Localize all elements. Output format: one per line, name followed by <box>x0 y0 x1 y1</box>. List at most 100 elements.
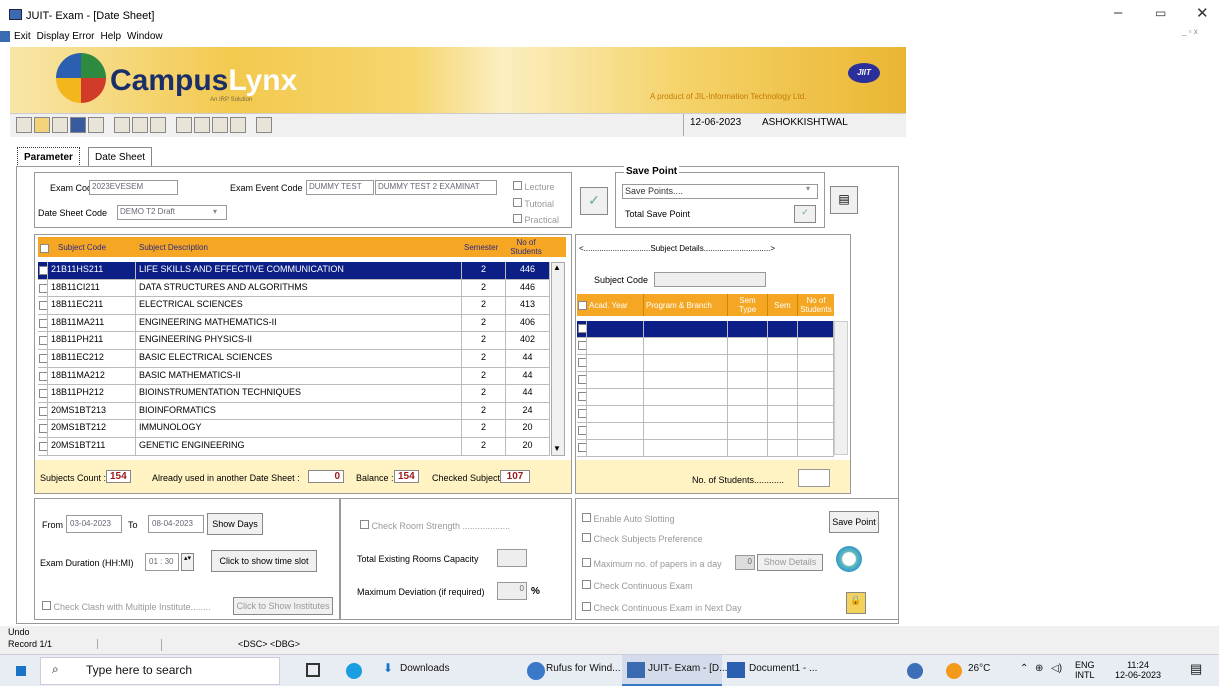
subject-row[interactable]: 20MS1BT211 GENETIC ENGINEERING 2 20 <box>38 437 550 456</box>
detail-row-checkbox[interactable] <box>577 440 587 456</box>
deviation-field[interactable]: 0 <box>497 582 527 600</box>
details-scrollbar[interactable] <box>834 321 848 455</box>
print-icon[interactable] <box>88 117 104 133</box>
detail-row[interactable] <box>577 406 834 423</box>
subject-row[interactable]: 18B11EC211 ELECTRICAL SCIENCES 2 413 <box>38 297 550 315</box>
sheet-code-select[interactable]: DEMO T2 Draft <box>117 205 227 220</box>
menu-exit[interactable]: Exit <box>14 31 31 45</box>
paste-icon[interactable] <box>150 117 166 133</box>
auto-slotting-checkbox[interactable] <box>582 513 591 522</box>
detail-row-checkbox[interactable] <box>577 338 587 354</box>
stop-icon[interactable] <box>230 117 246 133</box>
close-icon[interactable]: ✕ <box>1196 4 1209 22</box>
time-slot-button[interactable]: Click to show time slot <box>211 550 317 572</box>
show-institutes-button[interactable]: Click to Show Institutes <box>233 597 333 615</box>
tab-parameter[interactable]: Parameter <box>17 147 80 167</box>
windows-start-icon[interactable] <box>14 664 28 678</box>
subject-row-checkbox[interactable] <box>39 371 47 381</box>
detail-row[interactable] <box>577 355 834 372</box>
menu-window[interactable]: Window <box>127 31 163 45</box>
subject-row[interactable]: 21B11HS211 LIFE SKILLS AND EFFECTIVE COMM… <box>38 262 550 280</box>
minimize-icon[interactable]: – <box>1114 4 1122 21</box>
detail-row[interactable] <box>577 372 834 389</box>
task-exam[interactable]: JUIT- Exam - [D... <box>648 663 727 674</box>
tab-date-sheet[interactable]: Date Sheet <box>88 147 153 167</box>
tutorial-checkbox[interactable] <box>513 198 522 207</box>
tray-chevron-icon[interactable]: ⌃ <box>1020 663 1028 674</box>
continuous-exam-checkbox[interactable] <box>582 580 591 589</box>
detail-row[interactable] <box>577 338 834 355</box>
chevron-down-icon[interactable]: ▾ <box>806 184 810 193</box>
subject-row-checkbox[interactable] <box>39 389 47 399</box>
copy-icon[interactable] <box>132 117 148 133</box>
select-all-checkbox[interactable] <box>40 244 49 253</box>
save-icon[interactable] <box>70 117 86 133</box>
new-icon[interactable] <box>16 117 32 133</box>
volume-icon[interactable]: ◁) <box>1051 663 1062 674</box>
from-date-field[interactable]: 03-04-2023 <box>66 515 122 533</box>
room-strength-checkbox[interactable] <box>360 520 369 529</box>
scroll-up-icon[interactable]: ▲ <box>553 263 561 272</box>
subject-row-checkbox[interactable] <box>39 353 47 363</box>
detail-row-checkbox[interactable] <box>577 406 587 422</box>
show-details-button[interactable]: Show Details <box>757 554 823 571</box>
task-view-icon[interactable] <box>306 663 320 677</box>
subject-row-checkbox[interactable] <box>39 266 47 275</box>
exam-code-field[interactable]: 2023EVESEM <box>89 180 178 195</box>
notifications-icon[interactable]: ▤ <box>1190 661 1202 677</box>
subject-row[interactable]: 18B11EC212 BASIC ELECTRICAL SCIENCES 2 44 <box>38 349 550 368</box>
refresh-icon[interactable] <box>834 544 864 574</box>
open-icon[interactable] <box>34 117 50 133</box>
details-select-all-checkbox[interactable] <box>578 301 587 310</box>
max-papers-field[interactable]: 0 <box>735 555 755 570</box>
task-rufus[interactable]: Rufus for Wind... <box>546 663 620 674</box>
subject-row-checkbox[interactable] <box>39 424 47 434</box>
menu-display-error[interactable]: Display Error <box>37 31 95 45</box>
detail-students-field[interactable] <box>798 469 830 487</box>
detail-row-checkbox[interactable] <box>577 423 587 439</box>
event-code-field[interactable]: DUMMY TEST <box>306 180 374 195</box>
subject-row[interactable]: 20MS1BT213 BIOINFORMATICS 2 24 <box>38 402 550 421</box>
subject-row-checkbox[interactable] <box>39 406 47 416</box>
subject-row-checkbox[interactable] <box>39 441 47 451</box>
subject-row[interactable]: 18B11MA211 ENGINEERING MATHEMATICS-II 2 406 <box>38 314 550 333</box>
detail-row-checkbox[interactable] <box>577 321 587 337</box>
maximize-icon[interactable]: ▭ <box>1155 6 1166 20</box>
help-tray-icon[interactable] <box>907 663 923 679</box>
duration-field[interactable]: 01 : 30 <box>145 553 179 571</box>
event-desc-field[interactable]: DUMMY TEST 2 EXAMINAT <box>375 180 497 195</box>
detail-subject-code-field[interactable] <box>654 272 766 287</box>
task-document[interactable]: Document1 - ... <box>749 663 817 674</box>
subject-pref-checkbox[interactable] <box>582 533 591 542</box>
menu-help[interactable]: Help <box>100 31 121 45</box>
subject-row-checkbox[interactable] <box>39 318 47 328</box>
to-date-field[interactable]: 08-04-2023 <box>148 515 204 533</box>
lecture-checkbox[interactable] <box>513 181 522 190</box>
subjects-scrollbar[interactable] <box>551 262 565 456</box>
show-days-button[interactable]: Show Days <box>207 513 263 535</box>
practical-checkbox[interactable] <box>513 214 522 223</box>
subject-row-checkbox[interactable] <box>39 336 47 346</box>
duration-stepper[interactable]: ▴▾ <box>181 553 194 571</box>
network-icon[interactable]: ⊕ <box>1035 663 1043 674</box>
detail-row[interactable] <box>577 389 834 406</box>
help-icon[interactable] <box>176 117 192 133</box>
capacity-field[interactable] <box>497 549 527 567</box>
subject-row[interactable]: 20MS1BT212 IMMUNOLOGY 2 20 <box>38 420 550 438</box>
subject-row[interactable]: 18B11PH212 BIOINSTRUMENTATION TECHNIQUES 2… <box>38 385 550 403</box>
detail-row[interactable] <box>577 423 834 440</box>
detail-row[interactable] <box>577 321 834 338</box>
edit-icon[interactable] <box>194 117 210 133</box>
confirm-icon[interactable]: ✓ <box>580 187 608 215</box>
clock[interactable]: 11:24 12-06-2023 <box>1115 660 1161 680</box>
max-papers-checkbox[interactable] <box>582 558 591 567</box>
detail-row[interactable] <box>577 440 834 457</box>
undo-icon[interactable] <box>212 117 228 133</box>
subject-row[interactable]: 18B11CI211 DATA STRUCTURES AND ALGORITHMS… <box>38 279 550 298</box>
save-point-detail-icon[interactable]: ▤ <box>830 186 858 214</box>
scroll-down-icon[interactable]: ▼ <box>553 444 561 453</box>
subject-row[interactable]: 18B11MA212 BASIC MATHEMATICS-II 2 44 <box>38 367 550 386</box>
subject-row-checkbox[interactable] <box>39 283 47 293</box>
exit-icon[interactable] <box>256 117 272 133</box>
detail-row-checkbox[interactable] <box>577 389 587 405</box>
